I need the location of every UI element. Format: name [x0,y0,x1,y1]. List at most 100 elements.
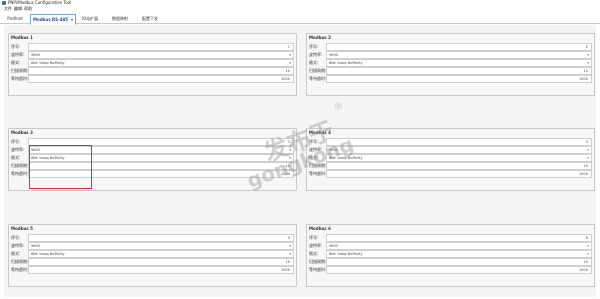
field-row: 格式: 8bit 1stop NoParity ▾ [309,59,592,67]
field-row: 扫描周期: 10 [309,162,592,170]
field-label: 格式: [309,251,319,256]
number-input[interactable]: 1000 [28,75,294,83]
tab-profinet[interactable]: Profinet [4,14,26,23]
field-label: 波特率: [11,243,25,248]
input-value: 10 [583,164,588,168]
group-title: Modbus 2 [309,35,331,40]
tab-bar: Profinet Modbus RS-485 ▾ IO站扩展 数据映射 配置下发 [0,13,600,25]
chevron-down-icon[interactable]: ▾ [289,155,291,161]
number-input[interactable]: 4 [326,138,592,146]
input-value: 10 [583,260,588,264]
field-row: 等待超时: 1000 [309,266,592,274]
chevron-down-icon[interactable]: ▾ [587,155,589,161]
number-input[interactable]: 1000 [28,266,294,274]
field-label: 波特率: [309,52,323,57]
field-label: 序号: [11,139,21,144]
chevron-down-icon[interactable]: ▾ [587,147,589,153]
field-row: 格式: 8bit 1stop NoParity ▾ [309,154,592,162]
field-row: 波特率: 9600 ▾ [309,242,592,250]
field-row: 扫描周期: 10 [309,258,592,266]
number-input[interactable]: 2 [326,43,592,51]
select-field[interactable]: 9600 ▾ [326,242,592,250]
select-value: 8bit 1stop NoParity [31,61,65,65]
select-field[interactable]: 8bit 1stop NoParity ▾ [28,59,294,67]
select-field[interactable]: 9600 ▾ [326,51,592,59]
input-value: 10 [285,69,290,73]
input-value: 4 [585,140,588,144]
tab-data-mapping[interactable]: 数据映射 [108,14,132,23]
chevron-down-icon[interactable]: ▾ [587,251,589,257]
select-value: 9600 [31,53,40,57]
field-label: 等待超时: [309,76,327,81]
input-value: 1000 [281,172,290,176]
chevron-down-icon[interactable]: ▾ [289,52,291,58]
number-input[interactable]: 1 [28,43,294,51]
modbus-group: Modbus 6 序号: 6 波特率: 9600 ▾ 格式: 8bit 1stop NoPar… [306,224,595,287]
chevron-down-icon[interactable]: ▾ [289,60,291,66]
select-field[interactable]: 9600 ▾ [326,146,592,154]
chevron-down-icon[interactable]: ▾ [289,147,291,153]
number-input[interactable]: 10 [28,258,294,266]
field-row: 序号: 3 [11,138,294,146]
number-input[interactable]: 1000 [326,170,592,178]
tab-config-download[interactable]: 配置下发 [138,14,162,23]
field-label: 格式: [309,60,319,65]
chevron-down-icon[interactable]: ▾ [289,251,291,257]
field-label: 格式: [11,60,21,65]
select-value: 8bit 1stop NoParity [329,156,363,160]
number-input[interactable]: 6 [326,234,592,242]
number-input[interactable]: 5 [28,234,294,242]
chevron-down-icon[interactable]: ▾ [289,243,291,249]
field-row: 等待超时: 1000 [309,75,592,83]
chevron-down-icon: ▾ [71,17,74,22]
menu-help[interactable]: 帮助 [24,6,32,12]
menu-file[interactable]: 文件 [4,6,12,12]
menu-bar: 文件 编辑 帮助 [0,6,600,12]
group-title: Modbus 1 [11,35,33,40]
number-input[interactable]: 10 [326,162,592,170]
chevron-down-icon[interactable]: ▾ [587,52,589,58]
content-area: Modbus 1 序号: 1 波特率: 9600 ▾ 格式: 8bit 1stop NoPar… [4,25,596,297]
field-row: 波特率: 9600 ▾ [11,51,294,59]
field-label: 扫描周期: [11,259,29,264]
number-input[interactable]: 10 [326,258,592,266]
select-value: 9600 [31,244,40,248]
select-field[interactable]: 8bit 1stop NoParity ▾ [326,59,592,67]
field-row: 等待超时: 1000 [11,266,294,274]
field-row: 扫描周期: 10 [309,67,592,75]
field-label: 格式: [309,155,319,160]
field-label: 扫描周期: [309,259,327,264]
field-label: 波特率: [11,52,25,57]
number-input[interactable]: 1000 [326,266,592,274]
select-field[interactable]: 9600 ▾ [28,51,294,59]
field-label: 序号: [11,44,21,49]
chevron-down-icon[interactable]: ▾ [587,243,589,249]
field-label: 序号: [309,235,319,240]
select-field[interactable]: 8bit 1stop NoParity ▾ [28,250,294,258]
select-value: 9600 [329,53,338,57]
field-label: 波特率: [11,147,25,152]
select-field[interactable]: 8bit 1stop NoParity ▾ [326,154,592,162]
select-value: 8bit 1stop NoParity [31,252,65,256]
group-title: Modbus 6 [309,226,331,231]
select-value: 9600 [329,244,338,248]
tab-io-expansion[interactable]: IO站扩展 [78,14,102,23]
field-row: 序号: 6 [309,234,592,242]
field-row: 格式: 8bit 1stop NoParity ▾ [11,59,294,67]
number-input[interactable]: 1000 [326,75,592,83]
input-value: 10 [285,164,290,168]
select-field[interactable]: 8bit 1stop NoParity ▾ [326,250,592,258]
field-row: 格式: 8bit 1stop NoParity ▾ [309,250,592,258]
tab-modbus-rs485[interactable]: Modbus RS-485 ▾ [30,14,76,25]
field-label: 扫描周期: [309,163,327,168]
input-value: 10 [285,260,290,264]
number-input[interactable]: 10 [326,67,592,75]
select-field[interactable]: 9600 ▾ [28,242,294,250]
modbus-group: Modbus 4 序号: 4 波特率: 9600 ▾ 格式: 8bit 1stop NoPar… [306,128,595,191]
field-row: 序号: 4 [309,138,592,146]
menu-edit[interactable]: 编辑 [14,6,22,12]
chevron-down-icon[interactable]: ▾ [587,60,589,66]
field-row: 等待超时: 1000 [11,75,294,83]
input-value: 3 [287,140,290,144]
number-input[interactable]: 10 [28,67,294,75]
